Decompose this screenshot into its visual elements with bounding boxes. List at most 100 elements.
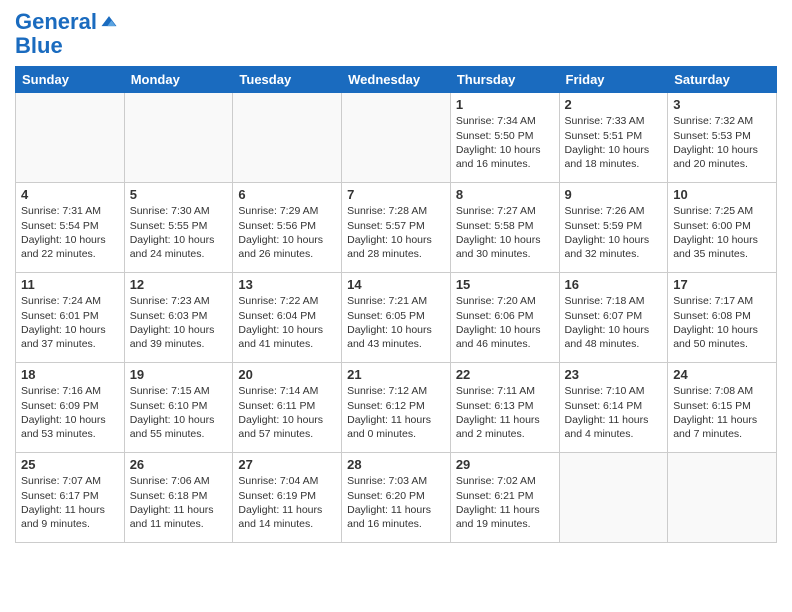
day-info: Sunrise: 7:28 AMSunset: 5:57 PMDaylight:…	[347, 204, 445, 261]
day-cell	[233, 93, 342, 183]
day-number: 18	[21, 367, 119, 382]
day-number: 11	[21, 277, 119, 292]
day-info: Sunrise: 7:17 AMSunset: 6:08 PMDaylight:…	[673, 294, 771, 351]
day-cell: 24 Sunrise: 7:08 AMSunset: 6:15 PMDaylig…	[668, 363, 777, 453]
day-cell: 26 Sunrise: 7:06 AMSunset: 6:18 PMDaylig…	[124, 453, 233, 543]
day-cell: 19 Sunrise: 7:15 AMSunset: 6:10 PMDaylig…	[124, 363, 233, 453]
day-number: 21	[347, 367, 445, 382]
day-number: 17	[673, 277, 771, 292]
day-number: 13	[238, 277, 336, 292]
day-number: 15	[456, 277, 554, 292]
day-number: 16	[565, 277, 663, 292]
day-cell	[124, 93, 233, 183]
day-info: Sunrise: 7:22 AMSunset: 6:04 PMDaylight:…	[238, 294, 336, 351]
logo-blue: Blue	[15, 34, 63, 58]
day-info: Sunrise: 7:11 AMSunset: 6:13 PMDaylight:…	[456, 384, 554, 441]
day-info: Sunrise: 7:08 AMSunset: 6:15 PMDaylight:…	[673, 384, 771, 441]
column-header-saturday: Saturday	[668, 67, 777, 93]
week-row-4: 18 Sunrise: 7:16 AMSunset: 6:09 PMDaylig…	[16, 363, 777, 453]
day-number: 22	[456, 367, 554, 382]
day-cell: 23 Sunrise: 7:10 AMSunset: 6:14 PMDaylig…	[559, 363, 668, 453]
day-cell: 8 Sunrise: 7:27 AMSunset: 5:58 PMDayligh…	[450, 183, 559, 273]
day-cell	[342, 93, 451, 183]
day-number: 10	[673, 187, 771, 202]
day-number: 19	[130, 367, 228, 382]
day-number: 24	[673, 367, 771, 382]
day-cell: 5 Sunrise: 7:30 AMSunset: 5:55 PMDayligh…	[124, 183, 233, 273]
column-header-thursday: Thursday	[450, 67, 559, 93]
day-cell: 1 Sunrise: 7:34 AMSunset: 5:50 PMDayligh…	[450, 93, 559, 183]
calendar-table: SundayMondayTuesdayWednesdayThursdayFrid…	[15, 66, 777, 543]
week-row-2: 4 Sunrise: 7:31 AMSunset: 5:54 PMDayligh…	[16, 183, 777, 273]
day-info: Sunrise: 7:02 AMSunset: 6:21 PMDaylight:…	[456, 474, 554, 531]
day-info: Sunrise: 7:25 AMSunset: 6:00 PMDaylight:…	[673, 204, 771, 261]
column-header-tuesday: Tuesday	[233, 67, 342, 93]
day-info: Sunrise: 7:06 AMSunset: 6:18 PMDaylight:…	[130, 474, 228, 531]
day-cell	[16, 93, 125, 183]
day-number: 27	[238, 457, 336, 472]
day-number: 26	[130, 457, 228, 472]
day-number: 23	[565, 367, 663, 382]
day-number: 29	[456, 457, 554, 472]
column-header-monday: Monday	[124, 67, 233, 93]
day-info: Sunrise: 7:10 AMSunset: 6:14 PMDaylight:…	[565, 384, 663, 441]
day-info: Sunrise: 7:14 AMSunset: 6:11 PMDaylight:…	[238, 384, 336, 441]
day-info: Sunrise: 7:16 AMSunset: 6:09 PMDaylight:…	[21, 384, 119, 441]
column-header-friday: Friday	[559, 67, 668, 93]
day-number: 9	[565, 187, 663, 202]
day-info: Sunrise: 7:30 AMSunset: 5:55 PMDaylight:…	[130, 204, 228, 261]
day-cell: 7 Sunrise: 7:28 AMSunset: 5:57 PMDayligh…	[342, 183, 451, 273]
page-header: General Blue	[15, 10, 777, 58]
day-number: 2	[565, 97, 663, 112]
day-number: 7	[347, 187, 445, 202]
day-number: 14	[347, 277, 445, 292]
day-cell: 21 Sunrise: 7:12 AMSunset: 6:12 PMDaylig…	[342, 363, 451, 453]
day-cell: 17 Sunrise: 7:17 AMSunset: 6:08 PMDaylig…	[668, 273, 777, 363]
day-number: 28	[347, 457, 445, 472]
day-cell: 6 Sunrise: 7:29 AMSunset: 5:56 PMDayligh…	[233, 183, 342, 273]
day-cell: 22 Sunrise: 7:11 AMSunset: 6:13 PMDaylig…	[450, 363, 559, 453]
day-number: 8	[456, 187, 554, 202]
header-row: SundayMondayTuesdayWednesdayThursdayFrid…	[16, 67, 777, 93]
week-row-5: 25 Sunrise: 7:07 AMSunset: 6:17 PMDaylig…	[16, 453, 777, 543]
day-cell: 29 Sunrise: 7:02 AMSunset: 6:21 PMDaylig…	[450, 453, 559, 543]
day-info: Sunrise: 7:34 AMSunset: 5:50 PMDaylight:…	[456, 114, 554, 171]
day-cell: 10 Sunrise: 7:25 AMSunset: 6:00 PMDaylig…	[668, 183, 777, 273]
day-cell: 15 Sunrise: 7:20 AMSunset: 6:06 PMDaylig…	[450, 273, 559, 363]
day-cell: 13 Sunrise: 7:22 AMSunset: 6:04 PMDaylig…	[233, 273, 342, 363]
day-info: Sunrise: 7:12 AMSunset: 6:12 PMDaylight:…	[347, 384, 445, 441]
day-cell	[668, 453, 777, 543]
day-cell: 16 Sunrise: 7:18 AMSunset: 6:07 PMDaylig…	[559, 273, 668, 363]
column-header-wednesday: Wednesday	[342, 67, 451, 93]
day-cell: 27 Sunrise: 7:04 AMSunset: 6:19 PMDaylig…	[233, 453, 342, 543]
day-number: 5	[130, 187, 228, 202]
day-info: Sunrise: 7:04 AMSunset: 6:19 PMDaylight:…	[238, 474, 336, 531]
day-cell: 20 Sunrise: 7:14 AMSunset: 6:11 PMDaylig…	[233, 363, 342, 453]
day-number: 1	[456, 97, 554, 112]
day-cell: 14 Sunrise: 7:21 AMSunset: 6:05 PMDaylig…	[342, 273, 451, 363]
logo: General Blue	[15, 10, 119, 58]
day-info: Sunrise: 7:23 AMSunset: 6:03 PMDaylight:…	[130, 294, 228, 351]
day-info: Sunrise: 7:32 AMSunset: 5:53 PMDaylight:…	[673, 114, 771, 171]
day-number: 20	[238, 367, 336, 382]
day-cell	[559, 453, 668, 543]
day-cell: 9 Sunrise: 7:26 AMSunset: 5:59 PMDayligh…	[559, 183, 668, 273]
day-number: 6	[238, 187, 336, 202]
day-info: Sunrise: 7:07 AMSunset: 6:17 PMDaylight:…	[21, 474, 119, 531]
day-info: Sunrise: 7:27 AMSunset: 5:58 PMDaylight:…	[456, 204, 554, 261]
logo-text: General	[15, 10, 97, 34]
day-number: 3	[673, 97, 771, 112]
column-header-sunday: Sunday	[16, 67, 125, 93]
day-info: Sunrise: 7:24 AMSunset: 6:01 PMDaylight:…	[21, 294, 119, 351]
day-info: Sunrise: 7:26 AMSunset: 5:59 PMDaylight:…	[565, 204, 663, 261]
day-info: Sunrise: 7:03 AMSunset: 6:20 PMDaylight:…	[347, 474, 445, 531]
day-cell: 2 Sunrise: 7:33 AMSunset: 5:51 PMDayligh…	[559, 93, 668, 183]
day-info: Sunrise: 7:21 AMSunset: 6:05 PMDaylight:…	[347, 294, 445, 351]
day-number: 25	[21, 457, 119, 472]
day-cell: 11 Sunrise: 7:24 AMSunset: 6:01 PMDaylig…	[16, 273, 125, 363]
day-info: Sunrise: 7:18 AMSunset: 6:07 PMDaylight:…	[565, 294, 663, 351]
day-cell: 28 Sunrise: 7:03 AMSunset: 6:20 PMDaylig…	[342, 453, 451, 543]
day-cell: 3 Sunrise: 7:32 AMSunset: 5:53 PMDayligh…	[668, 93, 777, 183]
day-info: Sunrise: 7:29 AMSunset: 5:56 PMDaylight:…	[238, 204, 336, 261]
day-number: 12	[130, 277, 228, 292]
